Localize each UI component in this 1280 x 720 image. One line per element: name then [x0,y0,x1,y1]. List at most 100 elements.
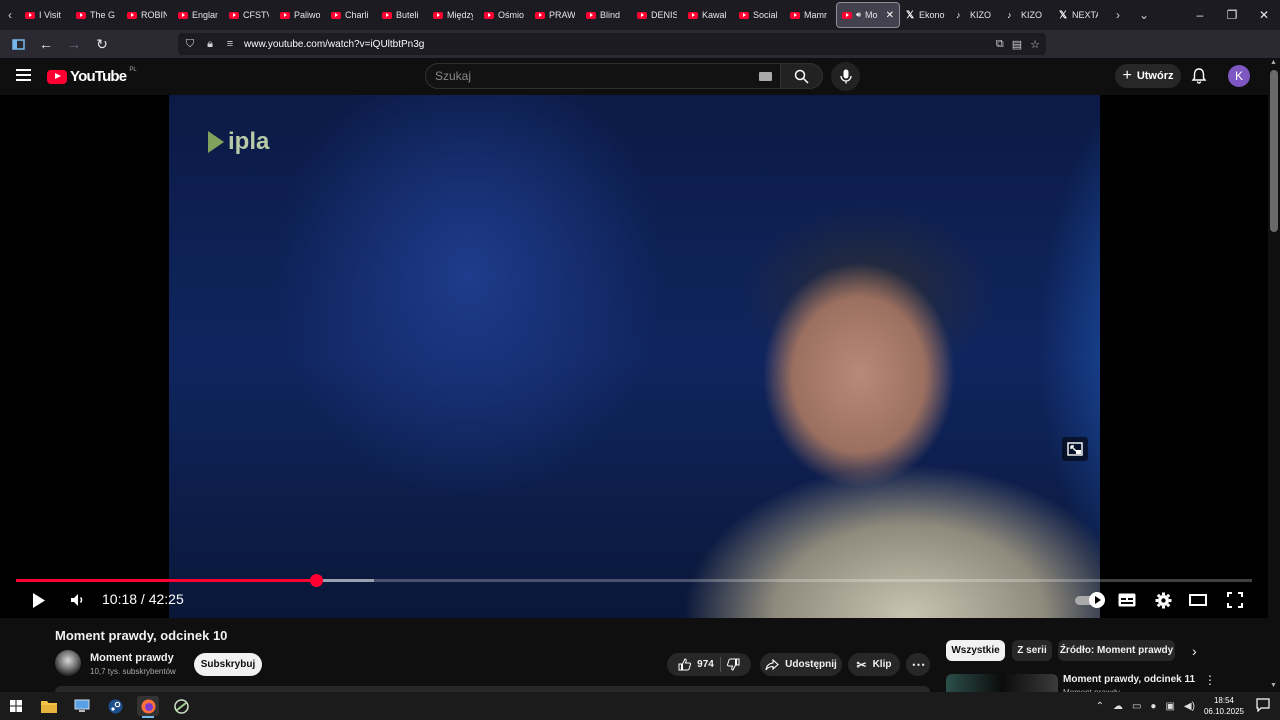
create-button[interactable]: + Utwórz [1115,64,1181,88]
search-input[interactable] [435,69,735,83]
share-button[interactable]: Udostępnij [760,653,842,676]
browser-tab[interactable]: I Visit [20,2,71,28]
browser-tab[interactable]: PRAW [530,2,581,28]
chips-next-arrow-icon[interactable]: › [1192,643,1197,659]
forward-icon[interactable]: → [62,32,86,56]
address-bar[interactable]: ⛉ 🔒︎ ≡ www.youtube.com/watch?v=iQUltbtPn… [178,33,1046,55]
recommendation-thumbnail[interactable] [946,674,1058,692]
browser-tab[interactable]: Blind [581,2,632,28]
page-scrollbar[interactable]: ▲ ▼ [1268,58,1280,692]
browser-tab[interactable]: Kawal [683,2,734,28]
browser-tab[interactable]: DENIS [632,2,683,28]
url-text[interactable]: www.youtube.com/watch?v=iQUltbtPn3g [244,39,424,50]
recommendation-title[interactable]: Moment prawdy, odcinek 11 [1063,674,1195,685]
active-browser-tab[interactable]: 🔊︎ Mo ✕ [836,2,900,28]
speaker-icon[interactable]: ◀) [1184,701,1195,712]
browser-tab[interactable]: The G [71,2,122,28]
reload-icon[interactable]: ↻ [90,32,114,56]
browser-tab[interactable]: ♪ KIZO [1002,2,1053,28]
account-avatar[interactable]: K [1228,65,1250,87]
channel-avatar[interactable] [55,650,81,676]
file-explorer-icon[interactable] [38,696,60,716]
play-button[interactable] [30,590,48,610]
bookmark-star-icon[interactable]: ☆ [1030,38,1040,51]
search-button[interactable] [781,63,823,89]
scrollbar-thumb[interactable] [1270,70,1278,232]
video-player[interactable] [0,95,1268,618]
tray-overflow-icon[interactable]: ⌃ [1096,701,1104,712]
usb-drive-icon[interactable]: ▭ [1132,701,1141,712]
tab-scroll-left-icon[interactable]: ‹ [0,0,20,30]
recommendation-menu-icon[interactable]: ⋮ [1204,673,1216,687]
browser-tab[interactable]: Mamr [785,2,836,28]
autoplay-toggle[interactable] [1075,592,1105,608]
scroll-down-icon[interactable]: ▼ [1270,682,1277,689]
subtitles-button[interactable] [1117,590,1137,610]
lock-icon[interactable]: 🔒︎ [204,38,216,51]
tab-label: Englan [192,10,218,20]
cloud-icon[interactable]: ☁ [1113,701,1123,712]
close-window-icon[interactable]: ✕ [1248,8,1280,22]
video-frame[interactable] [169,95,1100,618]
channel-name[interactable]: Moment prawdy [90,652,174,664]
shield-icon[interactable]: ⛉ [184,38,196,51]
play-icon [33,592,45,608]
guide-menu-icon[interactable] [16,69,31,81]
like-count[interactable]: 974 [697,659,714,670]
voice-search-button[interactable] [831,62,860,91]
youtube-icon [739,11,749,19]
chip-source[interactable]: Źródło: Moment prawdy [1058,640,1175,661]
settings-button[interactable] [1153,590,1173,610]
browser-tab[interactable]: ROBIN [122,2,173,28]
create-label: Utwórz [1136,70,1174,82]
close-tab-icon[interactable]: ✕ [886,10,894,21]
browser-tab[interactable]: Social [734,2,785,28]
picture-in-picture-icon[interactable]: ⧉ [996,38,1004,51]
notifications-icon[interactable] [1256,698,1270,712]
miniplayer-button[interactable] [1062,437,1088,461]
more-actions-button[interactable]: ⋯ [906,653,930,676]
browser-tab[interactable]: Buteli [377,2,428,28]
windows-start-icon[interactable] [5,696,27,716]
keyboard-icon[interactable] [759,72,772,81]
youtube-logo[interactable]: YouTube PL [47,67,137,85]
audio-playing-icon[interactable]: 🔊︎ [856,10,861,20]
tab-scroll-right-icon[interactable]: › [1108,0,1128,30]
reader-view-icon[interactable]: ▤ [1012,38,1022,51]
microphone-tray-icon[interactable]: ● [1150,701,1156,712]
browser-tab[interactable]: ♪ KIZO [951,2,1002,28]
browser-tab[interactable]: Englan [173,2,224,28]
progress-bar[interactable] [16,574,1252,587]
control-panel-icon[interactable] [71,696,93,716]
scrubber-handle[interactable] [309,574,323,587]
restore-icon[interactable]: ❐ [1216,8,1248,22]
thumbs-up-icon[interactable] [678,658,692,671]
permissions-icon[interactable]: ≡ [224,38,236,50]
back-icon[interactable]: ← [34,32,58,56]
browser-tab[interactable]: Charli [326,2,377,28]
steam-icon[interactable] [104,696,126,716]
chip-all[interactable]: Wszystkie [946,640,1005,661]
theater-mode-button[interactable] [1188,590,1208,610]
browser-tab[interactable]: Między [428,2,479,28]
clip-button[interactable]: ✂ Klip [848,653,900,676]
browser-tab[interactable]: Paliwo [275,2,326,28]
mute-button[interactable] [69,590,87,610]
thumbs-down-icon[interactable] [726,658,740,671]
subscribe-button[interactable]: Subskrybuj [194,653,262,676]
chip-series[interactable]: Z serii [1012,640,1052,661]
browser-tab[interactable]: Ośmio [479,2,530,28]
sidebar-toggle-icon[interactable] [6,32,30,56]
app-icon[interactable] [170,696,192,716]
scroll-up-icon[interactable]: ▲ [1270,59,1277,66]
browser-tab[interactable]: CFSTV [224,2,275,28]
list-all-tabs-icon[interactable]: ⌄ [1134,0,1154,30]
network-icon[interactable]: ▣ [1165,701,1174,712]
firefox-icon[interactable] [137,696,159,718]
notifications-bell-icon[interactable] [1190,67,1208,85]
browser-tab[interactable]: 𝕏 NEXTA [1053,2,1104,28]
minimize-icon[interactable]: – [1184,8,1216,22]
taskbar-clock[interactable]: 18:54 06.10.2025 [1204,695,1244,717]
fullscreen-button[interactable] [1225,590,1245,610]
browser-tab[interactable]: 𝕏 Ekono [900,2,951,28]
